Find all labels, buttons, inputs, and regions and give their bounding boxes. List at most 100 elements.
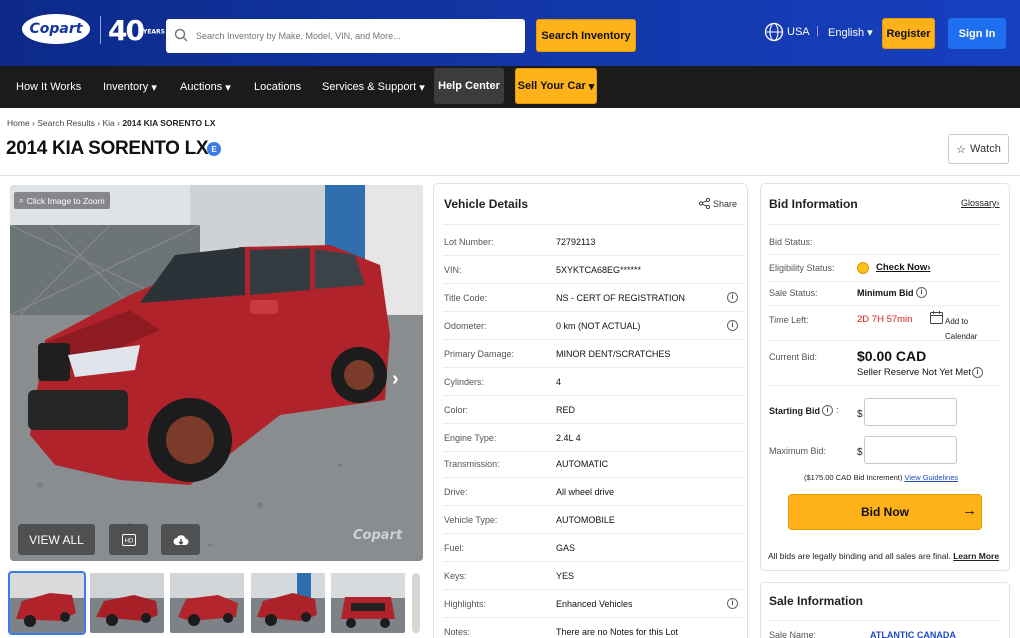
chevron-down-icon: ▾ bbox=[419, 81, 425, 94]
row-divider bbox=[443, 505, 743, 506]
time-left-value: 2D 7H 57min bbox=[857, 314, 913, 325]
nav-auctions[interactable]: Auctions ▾ bbox=[180, 66, 231, 108]
row-divider bbox=[443, 339, 743, 340]
sale-divider bbox=[767, 620, 999, 621]
copart-watermark: Copart bbox=[353, 528, 403, 543]
row-divider bbox=[443, 423, 743, 424]
sign-in-button[interactable]: Sign In bbox=[948, 18, 1006, 49]
view-all-button[interactable]: VIEW ALL bbox=[18, 524, 95, 555]
register-button[interactable]: Register bbox=[882, 18, 935, 49]
svg-text:HD: HD bbox=[124, 538, 133, 544]
vehicle-details-title: Vehicle Details bbox=[444, 197, 529, 211]
fuel-value: GAS bbox=[556, 543, 576, 553]
thumbnail-5[interactable] bbox=[331, 573, 405, 633]
nav-locations[interactable]: Locations bbox=[254, 66, 301, 108]
nav-help-center[interactable]: Help Center bbox=[434, 68, 504, 104]
download-button[interactable] bbox=[161, 524, 200, 555]
view-guidelines-link[interactable]: View Guidelines bbox=[904, 473, 958, 482]
add-to-calendar-button[interactable]: Add to Calendar bbox=[930, 311, 1002, 343]
star-icon: ☆ bbox=[956, 143, 967, 156]
info-icon[interactable]: i bbox=[916, 287, 927, 298]
row-divider bbox=[443, 451, 743, 452]
globe-icon[interactable] bbox=[764, 22, 784, 42]
details-divider bbox=[443, 224, 743, 225]
search-icon bbox=[174, 28, 188, 42]
nav-how-it-works[interactable]: How It Works bbox=[16, 66, 81, 108]
row-divider bbox=[443, 283, 743, 284]
calendar-icon bbox=[930, 311, 943, 324]
odometer-value: 0 km (NOT ACTUAL) bbox=[556, 321, 641, 331]
anniversary-logo: 40YEARS bbox=[108, 14, 165, 47]
thumbnail-4[interactable] bbox=[251, 573, 325, 633]
info-icon[interactable]: i bbox=[822, 405, 833, 416]
highlights-value: Enhanced Vehicles bbox=[556, 599, 633, 609]
thumbnail-3[interactable] bbox=[170, 573, 244, 633]
language-selector[interactable]: English ▾ bbox=[828, 26, 873, 39]
eligibility-label: Eligibility Status: bbox=[769, 263, 835, 273]
starting-bid-input[interactable] bbox=[864, 398, 957, 426]
row-divider bbox=[443, 617, 743, 618]
nav-sell-your-car[interactable]: Sell Your Car ▾ bbox=[515, 68, 597, 104]
chevron-down-icon: ▾ bbox=[225, 81, 231, 94]
info-icon[interactable]: i bbox=[972, 367, 983, 378]
next-image-chevron-icon[interactable]: › bbox=[392, 368, 399, 391]
vehicle-details-card bbox=[433, 183, 748, 638]
sale-name-link[interactable]: ATLANTIC CANADA bbox=[870, 630, 956, 638]
check-now-link[interactable]: Check Now› bbox=[876, 262, 930, 273]
nav-inventory[interactable]: Inventory ▾ bbox=[103, 66, 157, 108]
breadcrumb-home[interactable]: Home bbox=[7, 118, 30, 128]
info-icon[interactable]: i bbox=[727, 292, 738, 303]
detail-label: Vehicle Type: bbox=[444, 515, 498, 525]
thumbnail-2[interactable] bbox=[90, 573, 164, 633]
breadcrumb-make[interactable]: Kia bbox=[102, 118, 114, 128]
bid-now-button[interactable]: Bid Now bbox=[788, 494, 982, 530]
search-inventory-button[interactable]: Search Inventory bbox=[536, 19, 636, 52]
chevron-right-icon: › bbox=[996, 198, 1000, 208]
glossary-link[interactable]: Glossary› bbox=[961, 198, 1000, 208]
nav-services-support[interactable]: Services & Support ▾ bbox=[322, 66, 425, 108]
keys-value: YES bbox=[556, 571, 575, 581]
title-code-value: NS - CERT OF REGISTRATION bbox=[556, 293, 686, 303]
info-icon[interactable]: i bbox=[727, 320, 738, 331]
search-input[interactable] bbox=[196, 19, 516, 53]
breadcrumb-current: 2014 KIA SORENTO LX bbox=[122, 118, 216, 128]
country-selector[interactable]: USA bbox=[787, 26, 810, 38]
enhanced-badge-icon[interactable]: E bbox=[207, 142, 221, 156]
detail-label: Color: bbox=[444, 405, 469, 415]
info-icon[interactable]: i bbox=[727, 598, 738, 609]
currency-symbol: $ bbox=[857, 409, 863, 420]
hd-icon: HD bbox=[121, 533, 136, 546]
main-nav: How It Works Inventory ▾ Auctions ▾ Loca… bbox=[0, 66, 1020, 108]
thumbnail-scrollbar[interactable] bbox=[412, 573, 420, 633]
main-vehicle-photo[interactable] bbox=[10, 185, 423, 561]
time-left-label: Time Left: bbox=[769, 315, 809, 325]
page-title: 2014 KIA SORENTO LX bbox=[6, 138, 209, 159]
watch-button[interactable]: ☆ Watch bbox=[948, 134, 1009, 164]
detail-label: Highlights: bbox=[444, 599, 487, 609]
click-to-zoom-label[interactable]: ⌕ Click Image to Zoom bbox=[14, 192, 110, 209]
copart-logo[interactable]: Copart bbox=[22, 14, 90, 44]
breadcrumb: Home › Search Results › Kia › 2014 KIA S… bbox=[7, 118, 216, 128]
eligibility-status-dot bbox=[857, 262, 869, 274]
sale-status-label: Sale Status: bbox=[769, 288, 818, 298]
header-divider bbox=[0, 175, 1020, 176]
engine-type-value: 2.4L 4 bbox=[556, 433, 581, 443]
maximum-bid-input[interactable] bbox=[864, 436, 957, 464]
transmission-value: AUTOMATIC bbox=[556, 459, 609, 469]
detail-label: Cylinders: bbox=[444, 377, 485, 387]
label-colon: : bbox=[836, 405, 839, 415]
bid-status-label: Bid Status: bbox=[769, 237, 813, 247]
breadcrumb-search-results[interactable]: Search Results bbox=[37, 118, 95, 128]
thumbnail-1[interactable] bbox=[8, 571, 86, 635]
search-field[interactable] bbox=[166, 19, 525, 53]
header-separator: | bbox=[816, 25, 819, 37]
primary-damage-value: MINOR DENT/SCRATCHES bbox=[556, 349, 671, 359]
arrow-right-icon: → bbox=[962, 502, 977, 519]
learn-more-link[interactable]: Learn More bbox=[953, 551, 999, 561]
current-bid-label: Current Bid: bbox=[769, 352, 818, 362]
chevron-down-icon: ▾ bbox=[867, 27, 873, 39]
row-divider bbox=[443, 589, 743, 590]
row-divider bbox=[443, 311, 743, 312]
share-button[interactable]: Share bbox=[699, 198, 737, 209]
hd-toggle-button[interactable]: HD bbox=[109, 524, 148, 555]
